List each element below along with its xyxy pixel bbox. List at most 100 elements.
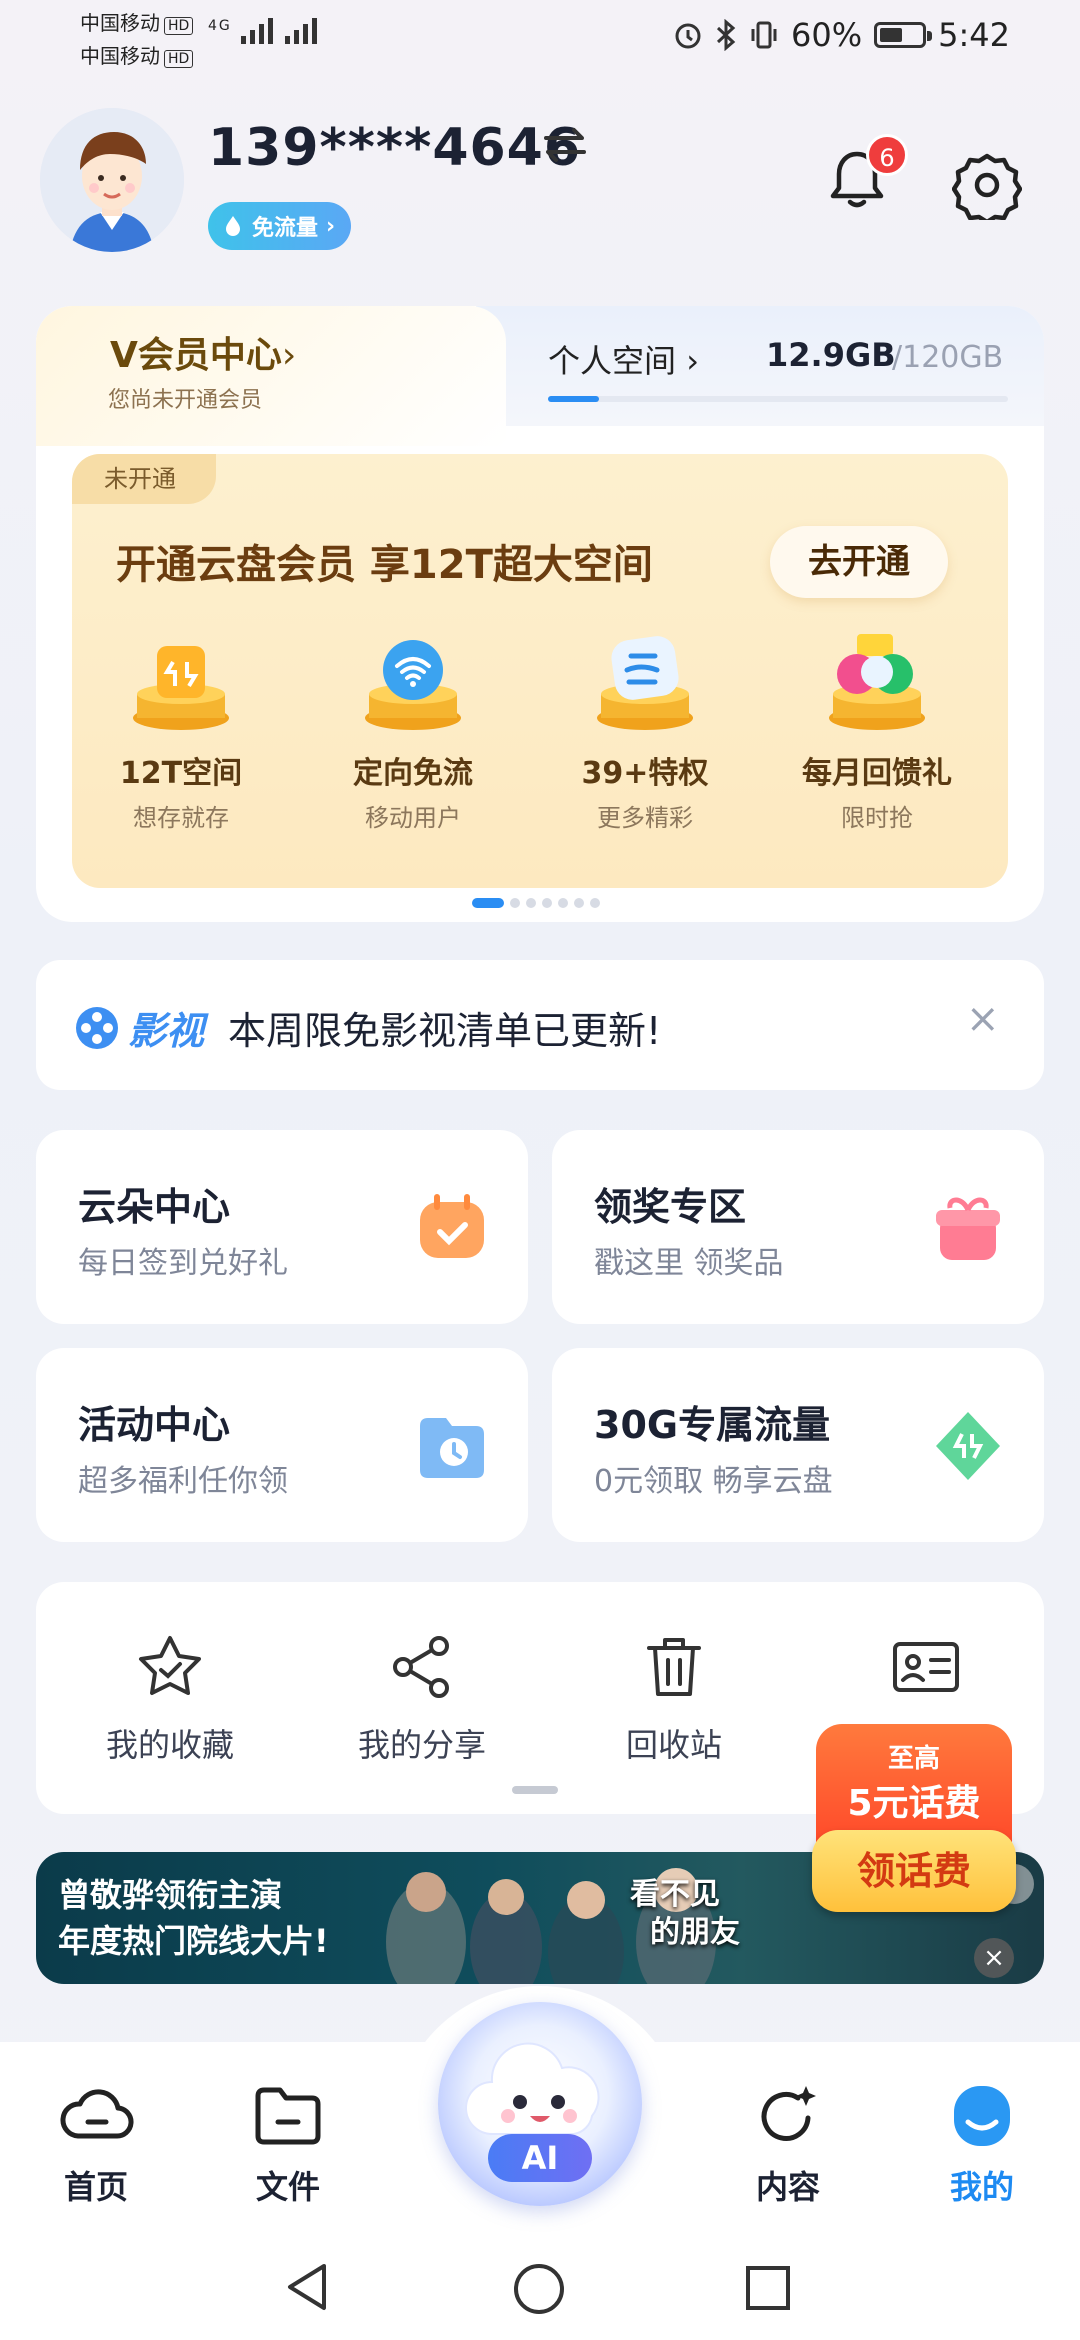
wifi-icon xyxy=(359,632,467,732)
perk-name: 定向免流 xyxy=(353,756,473,791)
vip-center-link[interactable]: V会员中心› xyxy=(110,326,296,378)
tile-activity-center[interactable]: 活动中心 超多福利任你领 xyxy=(36,1348,528,1542)
promo-title: 开通云盘会员 享12T超大空间 xyxy=(116,542,653,588)
traffic-icon xyxy=(936,1412,1000,1480)
refresh-sparkle-icon xyxy=(761,2086,816,2141)
my-shares-button[interactable]: 我的分享 xyxy=(312,1632,532,1766)
tile-title: 云朵中心 xyxy=(78,1185,231,1229)
movie-notice[interactable]: 影视 本周限免影视清单已更新! × xyxy=(36,960,1044,1090)
coupon-header: 至高 5元话费 xyxy=(816,1724,1012,1844)
switch-account-icon[interactable] xyxy=(540,120,590,170)
film-reel-icon xyxy=(76,1006,118,1049)
perk-desc: 移动用户 xyxy=(365,804,461,832)
phone-number: 139****4646 xyxy=(208,118,582,178)
close-icon[interactable]: × xyxy=(974,1938,1014,1978)
quick-label: 我的分享 xyxy=(357,1726,486,1764)
movie-title-1: 看不见 xyxy=(630,1877,720,1912)
chevron-right-icon: › xyxy=(281,335,297,376)
nav-label: 文件 xyxy=(255,2168,320,2206)
nav-label: 内容 xyxy=(755,2168,820,2206)
space-used: 12.9GB xyxy=(766,336,896,374)
signal-icons: 4G xyxy=(208,18,319,50)
home-circle-icon[interactable] xyxy=(512,2262,566,2316)
claim-credit-button[interactable]: 领话费 xyxy=(812,1830,1016,1912)
folder-clock-icon xyxy=(420,1418,484,1478)
share-icon xyxy=(393,1636,449,1698)
tile-title: 活动中心 xyxy=(78,1403,231,1447)
perk-storage[interactable]: 12T空间 想存就存 xyxy=(76,632,286,833)
perk-name: 39+特权 xyxy=(581,756,709,791)
quick-label: 我的收藏 xyxy=(105,1726,234,1764)
folder-icon xyxy=(255,2087,321,2145)
tile-exclusive-traffic[interactable]: 30G专属流量 0元领取 畅享云盘 xyxy=(552,1348,1044,1542)
vip-center-title: V会员中心 xyxy=(110,335,282,376)
avatar-illustration xyxy=(40,108,184,252)
perk-desc: 限时抢 xyxy=(841,804,913,832)
recycle-bin-button[interactable]: 回收站 xyxy=(564,1632,784,1766)
close-icon[interactable]: × xyxy=(966,996,1000,1042)
gear-icon[interactable] xyxy=(952,150,1022,220)
banner-text: 曾敬骅领衔主演 年度热门院线大片! xyxy=(58,1872,329,1964)
tile-desc: 每日签到兑好礼 xyxy=(78,1246,288,1281)
network-type: 4G xyxy=(208,18,232,34)
signal-icon xyxy=(241,18,274,44)
trash-icon xyxy=(647,1638,701,1696)
phone-credit-coupon[interactable]: 至高 5元话费 领话费 × xyxy=(812,1724,1016,1978)
coupon-line-2: 5元话费 xyxy=(847,1783,981,1824)
notification-badge: 6 xyxy=(866,134,908,176)
activate-button[interactable]: 去开通 xyxy=(770,526,948,598)
movie-logo: 影视 xyxy=(74,1000,204,1055)
tile-cloud-center[interactable]: 云朵中心 每日签到兑好礼 xyxy=(36,1130,528,1324)
vip-promo-panel[interactable]: 未开通 开通云盘会员 享12T超大空间 去开通 12T空间 想存就存 定向免流 … xyxy=(72,454,1008,888)
quick-label: 回收站 xyxy=(625,1726,722,1764)
smile-profile-icon xyxy=(954,2086,1010,2146)
perk-name: 每月回馈礼 xyxy=(802,756,952,791)
perk-name: 12T空间 xyxy=(119,756,243,791)
nav-content[interactable]: 内容 xyxy=(708,2078,868,2208)
status-tag: 未开通 xyxy=(72,454,216,504)
tile-title: 30G专属流量 xyxy=(594,1403,831,1447)
chevron-right-icon: › xyxy=(686,342,699,380)
tile-desc: 超多福利任你领 xyxy=(78,1464,288,1499)
gift-icon xyxy=(936,1197,1000,1260)
ai-label: AI xyxy=(488,2134,592,2182)
carrier-1: 中国移动 xyxy=(80,11,160,35)
bluetooth-icon xyxy=(716,19,736,51)
perk-desc: 更多精彩 xyxy=(597,804,693,832)
scroll-indicator xyxy=(512,1786,558,1794)
signal-icon-2 xyxy=(285,18,318,44)
perk-free-traffic[interactable]: 定向免流 移动用户 xyxy=(308,632,518,833)
nav-files[interactable]: 文件 xyxy=(208,2078,368,2208)
movie-title-2: 的朋友 xyxy=(650,1915,740,1950)
perk-monthly-gift[interactable]: 每月回馈礼 限时抢 xyxy=(772,632,982,833)
back-icon[interactable] xyxy=(282,2260,332,2314)
carrier-info: 中国移动 HD 中国移动 HD xyxy=(80,8,194,74)
nav-mine[interactable]: 我的 xyxy=(902,2078,1062,2208)
nav-home[interactable]: 首页 xyxy=(16,2078,176,2208)
member-card: V会员中心› 您尚未开通会员 个人空间 › 12.9GB /120GB 未开通 … xyxy=(36,306,1044,922)
alarm-icon xyxy=(675,23,701,49)
perk-privilege[interactable]: 39+特权 更多精彩 xyxy=(540,632,750,833)
free-traffic-button[interactable]: 免流量 › xyxy=(208,202,352,250)
status-bar: 中国移动 HD 中国移动 HD 4G 60% 5:42 xyxy=(0,0,1080,72)
carousel-indicator xyxy=(472,898,600,908)
hd-badge: HD xyxy=(164,17,194,35)
space-total: /120GB xyxy=(892,340,1004,375)
calendar-icon xyxy=(420,1194,484,1258)
personal-space-link[interactable]: 个人空间 › xyxy=(548,336,699,382)
vip-status: 您尚未开通会员 xyxy=(108,388,263,413)
cloud-home-icon xyxy=(60,2089,134,2139)
free-traffic-label: 免流量 xyxy=(252,216,319,241)
recents-icon[interactable] xyxy=(744,2264,792,2312)
banner-line-2: 年度热门院线大片! xyxy=(58,1922,329,1960)
gift-box-icon xyxy=(823,632,931,732)
battery-icon xyxy=(874,22,933,48)
drop-icon xyxy=(226,216,240,236)
my-favorites-button[interactable]: 我的收藏 xyxy=(60,1632,280,1766)
avatar[interactable] xyxy=(40,108,184,252)
tile-desc: 0元领取 畅享云盘 xyxy=(594,1464,833,1499)
tile-title: 领奖专区 xyxy=(594,1185,747,1229)
perk-desc: 想存就存 xyxy=(133,804,229,832)
cloud-privilege-icon xyxy=(591,632,699,732)
tile-rewards[interactable]: 领奖专区 戳这里 领奖品 xyxy=(552,1130,1044,1324)
